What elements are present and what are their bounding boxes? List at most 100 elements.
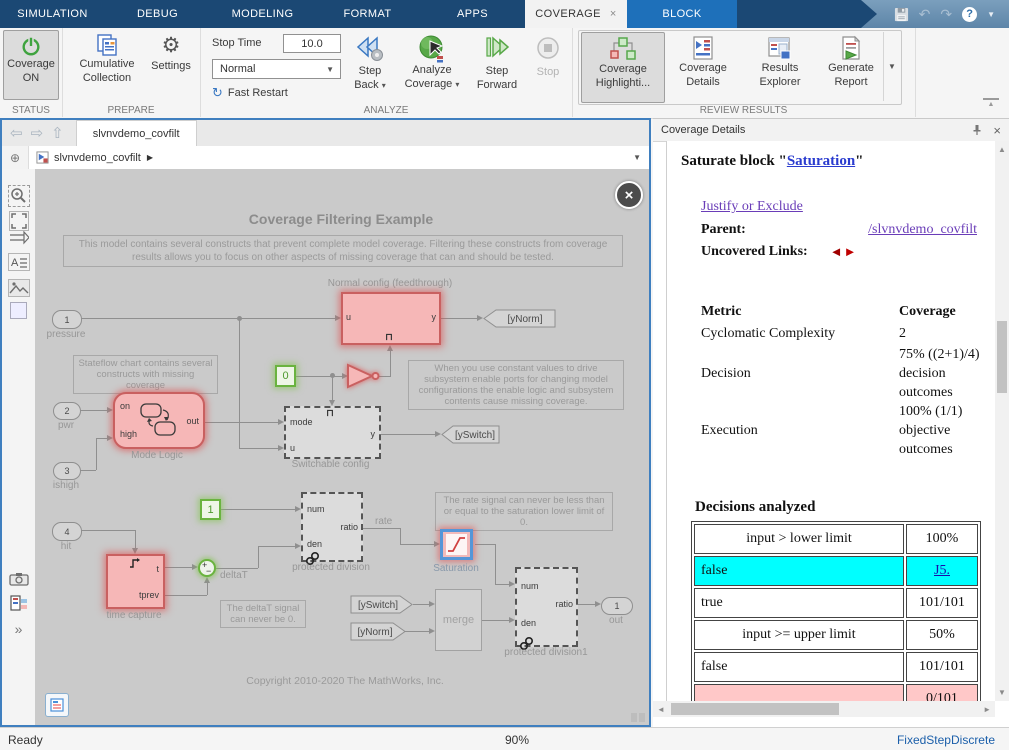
uncovered-prev-icon[interactable]: ◄ (830, 244, 842, 260)
analyze-coverage-button[interactable]: Analyze Coverage ▾ (400, 30, 464, 106)
panel-horizontal-scrollbar[interactable]: ◄ ► (653, 701, 995, 717)
wire[interactable] (165, 595, 207, 596)
wire[interactable] (79, 410, 108, 411)
document-tab[interactable]: slvnvdemo_covfilt (76, 120, 197, 146)
inport-hit[interactable]: 4 (52, 522, 82, 541)
block-time-capture[interactable]: t tprev (106, 554, 165, 609)
goto-tag-yswitch[interactable]: [ySwitch] (441, 425, 501, 444)
wire[interactable] (165, 567, 194, 568)
wire[interactable] (296, 376, 343, 377)
wire[interactable] (495, 544, 496, 584)
inport-pressure[interactable]: 1 (52, 310, 82, 329)
wire[interactable] (475, 544, 495, 545)
block-constant-one[interactable]: 1 (200, 499, 221, 520)
palette-viewmark-tool[interactable] (2, 302, 35, 319)
undo-icon[interactable]: ↶ (919, 7, 931, 21)
palette-zoom-tool[interactable] (2, 185, 35, 210)
coverage-details-button[interactable]: Coverage Details (667, 32, 739, 101)
step-forward-button[interactable]: Step Forward (470, 30, 524, 106)
wire[interactable] (332, 376, 333, 401)
palette-screenshot-tool[interactable] (2, 572, 35, 589)
redo-icon[interactable]: ↷ (940, 7, 952, 21)
parent-link[interactable]: /slvnvdemo_covfilt (868, 222, 977, 238)
palette-coverage-display-tool[interactable] (2, 595, 35, 614)
wire[interactable] (390, 351, 391, 377)
tab-debug[interactable]: DEBUG (105, 0, 210, 28)
wire[interactable] (221, 509, 297, 510)
wire[interactable] (258, 546, 297, 547)
tab-block[interactable]: BLOCK (627, 0, 737, 28)
wire[interactable] (480, 620, 511, 621)
wire[interactable] (96, 438, 97, 470)
justify-link-j5[interactable]: J5. (934, 563, 950, 578)
goto-tag-ynorm[interactable]: [yNorm] (483, 309, 557, 328)
fast-restart-toggle[interactable]: ↻ Fast Restart (212, 85, 288, 101)
block-saturation[interactable] (440, 529, 473, 560)
breadcrumb[interactable]: slvnvdemo_covfilt (54, 152, 141, 164)
block-protected-division1[interactable]: num den ratio (515, 567, 578, 647)
wire[interactable] (258, 546, 259, 568)
step-back-button[interactable]: Step Back ▾ (346, 30, 394, 106)
from-tag-ynorm[interactable]: [yNorm] (350, 622, 407, 641)
uncovered-next-icon[interactable]: ► (844, 244, 857, 260)
tab-format[interactable]: FORMAT (315, 0, 420, 28)
help-icon[interactable]: ? (962, 7, 977, 22)
panel-vertical-scrollbar[interactable]: ▲ ▼ (995, 141, 1009, 701)
results-explorer-button[interactable]: Results Explorer (743, 32, 817, 101)
wire[interactable] (207, 581, 208, 595)
scroll-right-icon[interactable]: ► (983, 705, 991, 714)
ribbon-collapse-button[interactable]: ▲ (983, 98, 999, 109)
save-icon[interactable] (894, 7, 909, 22)
explorer-bar-toggle[interactable]: ⊕ (2, 146, 29, 169)
scrollbar-thumb[interactable] (997, 321, 1007, 393)
stop-time-input[interactable]: 10.0 (283, 34, 341, 53)
palette-more-button[interactable]: » (2, 621, 35, 637)
block-switchable-config[interactable]: ⊓ mode u y (284, 406, 381, 459)
palette-image-tool[interactable] (2, 279, 35, 300)
wire[interactable] (80, 318, 338, 319)
wire[interactable] (405, 631, 431, 632)
scrollbar-thumb[interactable] (671, 703, 839, 715)
wire[interactable] (239, 448, 279, 449)
saturation-link[interactable]: Saturation (787, 153, 855, 169)
cumulative-collection-button[interactable]: Cumulative Collection (70, 30, 144, 98)
coverage-report-badge[interactable] (45, 693, 69, 717)
wire[interactable] (239, 318, 240, 448)
nav-up-icon[interactable]: ⇧ (51, 124, 64, 142)
wire[interactable] (400, 544, 436, 545)
sim-mode-select[interactable]: Normal ▼ (212, 59, 341, 79)
panel-close-icon[interactable]: × (993, 123, 1001, 138)
nav-forward-icon[interactable]: ⇨ (31, 124, 44, 142)
inport-pwr[interactable]: 2 (53, 402, 81, 420)
wire[interactable] (216, 568, 258, 569)
scroll-left-icon[interactable]: ◄ (657, 705, 665, 714)
tab-apps[interactable]: APPS (420, 0, 525, 28)
from-tag-yswitch[interactable]: [ySwitch] (350, 595, 414, 614)
tab-simulation[interactable]: SIMULATION (0, 0, 105, 28)
tab-coverage[interactable]: COVERAGE × (525, 0, 627, 28)
solver-link[interactable]: FixedStepDiscrete (897, 733, 995, 747)
wire[interactable] (381, 434, 437, 435)
block-protected-division[interactable]: num den ratio (301, 492, 363, 562)
palette-signal-routing-tool[interactable] (2, 231, 35, 248)
breadcrumb-expand-icon[interactable]: ▶ (147, 153, 153, 162)
breadcrumb-dropdown-icon[interactable]: ▼ (633, 153, 641, 162)
outport-out[interactable]: 1 (601, 597, 633, 615)
coverage-on-button[interactable]: Coverage ON (3, 30, 59, 100)
coverage-highlighting-button[interactable]: Coverage Highlighti... (581, 32, 665, 103)
wire[interactable] (363, 528, 400, 529)
highlight-close-button[interactable]: × (615, 181, 643, 209)
palette-annotation-tool[interactable]: A (2, 253, 35, 274)
block-normal-config[interactable]: u y ⊓ (341, 292, 441, 345)
settings-button[interactable]: ⚙ Settings (146, 30, 196, 98)
wire[interactable] (441, 318, 479, 319)
stop-button[interactable]: Stop (528, 30, 568, 106)
wire[interactable] (79, 470, 96, 471)
inport-ishigh[interactable]: 3 (53, 462, 81, 480)
tab-coverage-close-icon[interactable]: × (610, 8, 617, 20)
block-not-operator[interactable] (346, 363, 382, 389)
nav-back-icon[interactable]: ⇦ (10, 124, 23, 142)
block-merge[interactable]: merge (435, 589, 482, 651)
block-constant-zero[interactable]: 0 (275, 365, 296, 387)
tab-modeling[interactable]: MODELING (210, 0, 315, 28)
